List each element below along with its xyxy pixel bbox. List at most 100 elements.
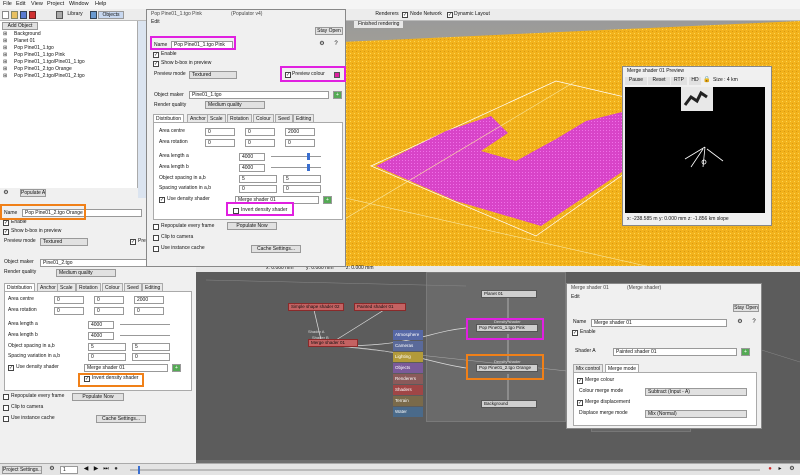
tree-item[interactable]: Pop Pine01_2.tgo/Pine01_2.tgo — [14, 73, 85, 80]
area-rotation-y[interactable]: 0 — [245, 139, 275, 147]
save-icon[interactable] — [20, 11, 27, 19]
tree-item[interactable]: Pop Pine01_1.tgo Pink — [14, 52, 65, 59]
expand-icon[interactable]: ⊞ — [3, 38, 7, 44]
area-length-b-field[interactable]: 4000 — [239, 164, 265, 172]
render-icon[interactable] — [29, 11, 36, 19]
node-category-atmosphere[interactable]: Atmosphere — [393, 330, 423, 340]
populate-now-button[interactable]: Populate Now — [227, 222, 277, 230]
area-rotation-y[interactable]: 0 — [94, 307, 124, 315]
node-category-water[interactable]: Water — [393, 407, 423, 417]
area-centre-y[interactable]: 0 — [94, 296, 124, 304]
gear-icon[interactable]: ⚙ — [735, 318, 745, 327]
variation-a-field[interactable]: 0 — [239, 185, 277, 193]
object-maker-add-button[interactable]: + — [333, 91, 342, 99]
node-category-terrain[interactable]: Terrain — [393, 396, 423, 406]
repopulate-checkbox[interactable] — [3, 394, 9, 400]
merge-displacement-checkbox[interactable]: ✓ — [577, 400, 583, 406]
show-bbox-checkbox[interactable]: ✓ — [153, 61, 159, 67]
area-length-a-field[interactable]: 4000 — [88, 321, 114, 329]
use-density-shader-checkbox[interactable]: ✓ — [159, 197, 165, 203]
populate-now-button[interactable]: Populate Now — [72, 393, 124, 401]
spacing-b-field[interactable]: 5 — [132, 343, 170, 351]
hd-button[interactable]: HD — [689, 77, 701, 85]
open-icon[interactable] — [11, 11, 18, 19]
tree-item[interactable]: Planet 01 — [14, 38, 35, 45]
object-maker-field[interactable]: Pine01_1.tgo — [189, 91, 329, 99]
preview-mode-select[interactable]: Textured — [40, 238, 88, 246]
record-dot-icon[interactable]: ● — [766, 465, 774, 473]
area-length-a-slider[interactable] — [120, 324, 170, 325]
node-category-objects[interactable]: Objects — [393, 363, 423, 373]
record-icon[interactable]: ● — [112, 465, 120, 473]
expand-icon[interactable]: ⊞ — [3, 31, 7, 37]
menu-help[interactable]: Help — [95, 1, 106, 7]
cache-settings-button[interactable]: Cache Settings... — [251, 245, 301, 253]
timeline-playhead[interactable] — [138, 466, 140, 474]
rewind-icon[interactable]: ◀ — [82, 465, 90, 473]
merge-enable-checkbox[interactable]: ✓ — [572, 330, 578, 336]
menu-edit[interactable]: Edit — [16, 1, 25, 7]
density-shader-add-button[interactable]: + — [172, 364, 181, 372]
lock-icon[interactable]: 🔒 — [703, 76, 711, 84]
shader-a-add-button[interactable]: + — [741, 348, 750, 356]
menu-view[interactable]: View — [31, 1, 43, 7]
library-button[interactable]: Library — [64, 11, 86, 19]
area-rotation-x[interactable]: 0 — [54, 307, 84, 315]
spacing-a-field[interactable]: 5 — [239, 175, 277, 183]
preview-mode-select[interactable]: Textured — [189, 71, 237, 79]
merge-edit-menu[interactable]: Edit — [571, 294, 580, 301]
expand-icon[interactable]: ⊞ — [3, 66, 7, 72]
preview-canvas[interactable] — [625, 87, 765, 213]
menu-window[interactable]: Window — [69, 1, 89, 7]
project-settings-button[interactable]: Project Settings... — [2, 466, 42, 474]
variation-a-field[interactable]: 0 — [88, 353, 126, 361]
area-centre-y[interactable]: 0 — [245, 128, 275, 136]
area-rotation-x[interactable]: 0 — [205, 139, 235, 147]
merge-colour-checkbox[interactable]: ✓ — [577, 378, 583, 384]
area-centre-x[interactable]: 0 — [54, 296, 84, 304]
enable-checkbox[interactable]: ✓ — [153, 52, 159, 58]
preview-colour-checkbox[interactable]: ✓ — [130, 239, 136, 245]
area-centre-x[interactable]: 0 — [205, 128, 235, 136]
displace-merge-mode-select[interactable]: Mix (Normal) — [645, 410, 747, 418]
render-quality-select[interactable]: Medium quality — [56, 269, 116, 277]
repopulate-checkbox[interactable] — [153, 224, 159, 230]
node-category-shaders[interactable]: Shaders — [393, 385, 423, 395]
tree-item[interactable]: Background — [14, 31, 41, 38]
area-length-b-slider-thumb[interactable] — [307, 164, 310, 171]
end-icon[interactable]: ⏭ — [102, 465, 110, 473]
area-rotation-z[interactable]: 0 — [134, 307, 164, 315]
use-instance-cache-checkbox[interactable] — [3, 416, 9, 422]
variation-b-field[interactable]: 0 — [283, 185, 321, 193]
cache-settings-button[interactable]: Cache Settings... — [96, 415, 146, 423]
add-object-button[interactable]: Add Object — [2, 22, 38, 30]
objects-button[interactable]: Objects — [98, 11, 124, 19]
expand-icon[interactable]: ⊞ — [3, 52, 7, 58]
gear-icon[interactable]: ⚙ — [2, 189, 10, 197]
menu-project[interactable]: Project — [47, 1, 64, 7]
enable-checkbox[interactable]: ✓ — [3, 220, 9, 226]
area-length-b-slider[interactable] — [271, 167, 321, 168]
frame-field[interactable]: 1 — [60, 466, 78, 474]
density-shader-field[interactable]: Merge shader 01 — [84, 364, 168, 372]
node-planet[interactable]: Planet 01 — [481, 290, 537, 298]
use-density-shader-checkbox[interactable]: ✓ — [8, 365, 14, 371]
reset-button[interactable]: Reset — [648, 77, 670, 85]
node-merge-shader[interactable]: Merge shader 01 — [308, 339, 358, 347]
spacing-b-field[interactable]: 5 — [283, 175, 321, 183]
play-icon[interactable]: ▶ — [92, 465, 100, 473]
populate-all-button[interactable]: Populate All — [20, 189, 46, 197]
help-icon[interactable]: ? — [331, 40, 341, 49]
objects-icon[interactable] — [90, 11, 97, 19]
node-category-renderers[interactable]: Renderers — [393, 374, 423, 384]
node-painted-shader[interactable]: Painted shader 01 — [354, 303, 406, 311]
dynamic-layout-checkbox[interactable]: ✓ — [447, 12, 453, 18]
merge-name-field[interactable]: Merge shader 01 — [591, 319, 727, 327]
density-shader-add-button[interactable]: + — [323, 196, 332, 204]
tree-item[interactable]: Pop Pine01_1.tgo — [14, 45, 54, 52]
node-category-lighting[interactable]: Lighting — [393, 352, 423, 362]
area-length-a-slider[interactable] — [271, 156, 321, 157]
node-background[interactable]: Background — [481, 400, 537, 408]
node-simple-shape-shader[interactable]: Simple shape shader 02 — [288, 303, 344, 311]
area-length-a-field[interactable]: 4000 — [239, 153, 265, 161]
